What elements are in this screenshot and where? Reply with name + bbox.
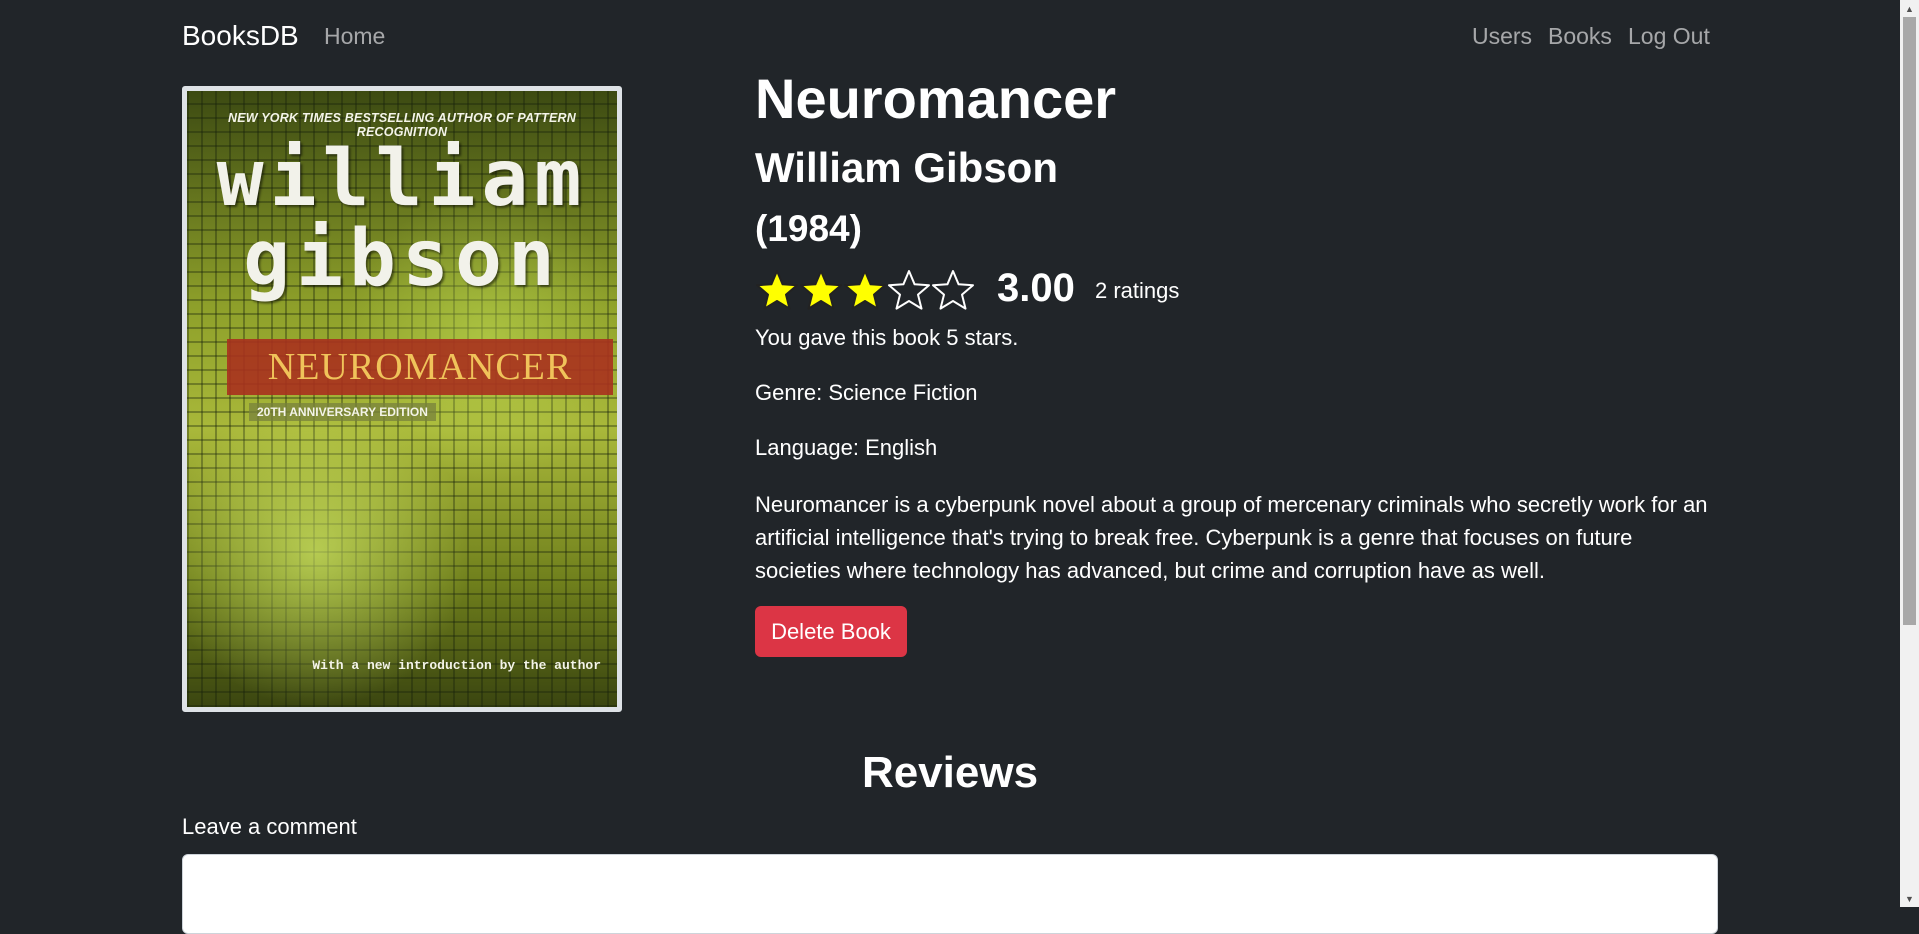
nav-users-link[interactable]: Users	[1472, 23, 1532, 50]
scroll-down-icon[interactable]: ▼	[1900, 890, 1919, 907]
user-rating-text: You gave this book 5 stars.	[755, 325, 1019, 350]
book-author: William Gibson	[755, 144, 1058, 191]
star-filled-icon	[800, 270, 842, 310]
nav-logout-link[interactable]: Log Out	[1628, 23, 1710, 50]
star-empty-icon	[932, 270, 974, 310]
cover-author-first: william	[216, 134, 588, 224]
cover-author: william gibson	[187, 139, 617, 299]
book-year: (1984)	[755, 208, 862, 249]
delete-book-button[interactable]: Delete Book	[755, 606, 907, 657]
star-filled-icon	[756, 270, 798, 310]
comment-input[interactable]	[182, 854, 1718, 934]
nav-home-link[interactable]: Home	[324, 23, 385, 50]
comment-label: Leave a comment	[182, 814, 357, 839]
cover-title: NEUROMANCER	[267, 346, 573, 388]
star-filled-icon	[844, 270, 886, 310]
average-rating: 3.00	[997, 266, 1075, 310]
scroll-up-icon[interactable]: ▲	[1900, 0, 1919, 17]
book-cover: NEW YORK TIMES BESTSELLING AUTHOR OF PAT…	[182, 86, 622, 712]
scrollbar-thumb[interactable]	[1903, 17, 1916, 625]
navbar: BooksDB Home Users Books Log Out	[0, 0, 1900, 76]
cover-author-last: gibson	[243, 214, 561, 304]
cover-edition: 20TH ANNIVERSARY EDITION	[249, 403, 436, 421]
book-cover-image: NEW YORK TIMES BESTSELLING AUTHOR OF PAT…	[187, 91, 617, 707]
book-description: Neuromancer is a cyberpunk novel about a…	[755, 492, 1708, 583]
reviews-heading: Reviews	[861, 748, 1039, 797]
brand-link[interactable]: BooksDB	[182, 20, 299, 52]
book-language: Language: English	[755, 435, 938, 460]
rating-count: 2 ratings	[1095, 278, 1180, 303]
page-scrollbar[interactable]: ▲ ▼	[1900, 0, 1919, 907]
book-title: Neuromancer	[755, 67, 1117, 130]
star-rating	[755, 268, 975, 312]
book-genre: Genre: Science Fiction	[755, 380, 978, 405]
star-empty-icon	[888, 270, 930, 310]
nav-books-link[interactable]: Books	[1548, 23, 1612, 50]
cover-footer: With a new introduction by the author	[312, 658, 601, 673]
